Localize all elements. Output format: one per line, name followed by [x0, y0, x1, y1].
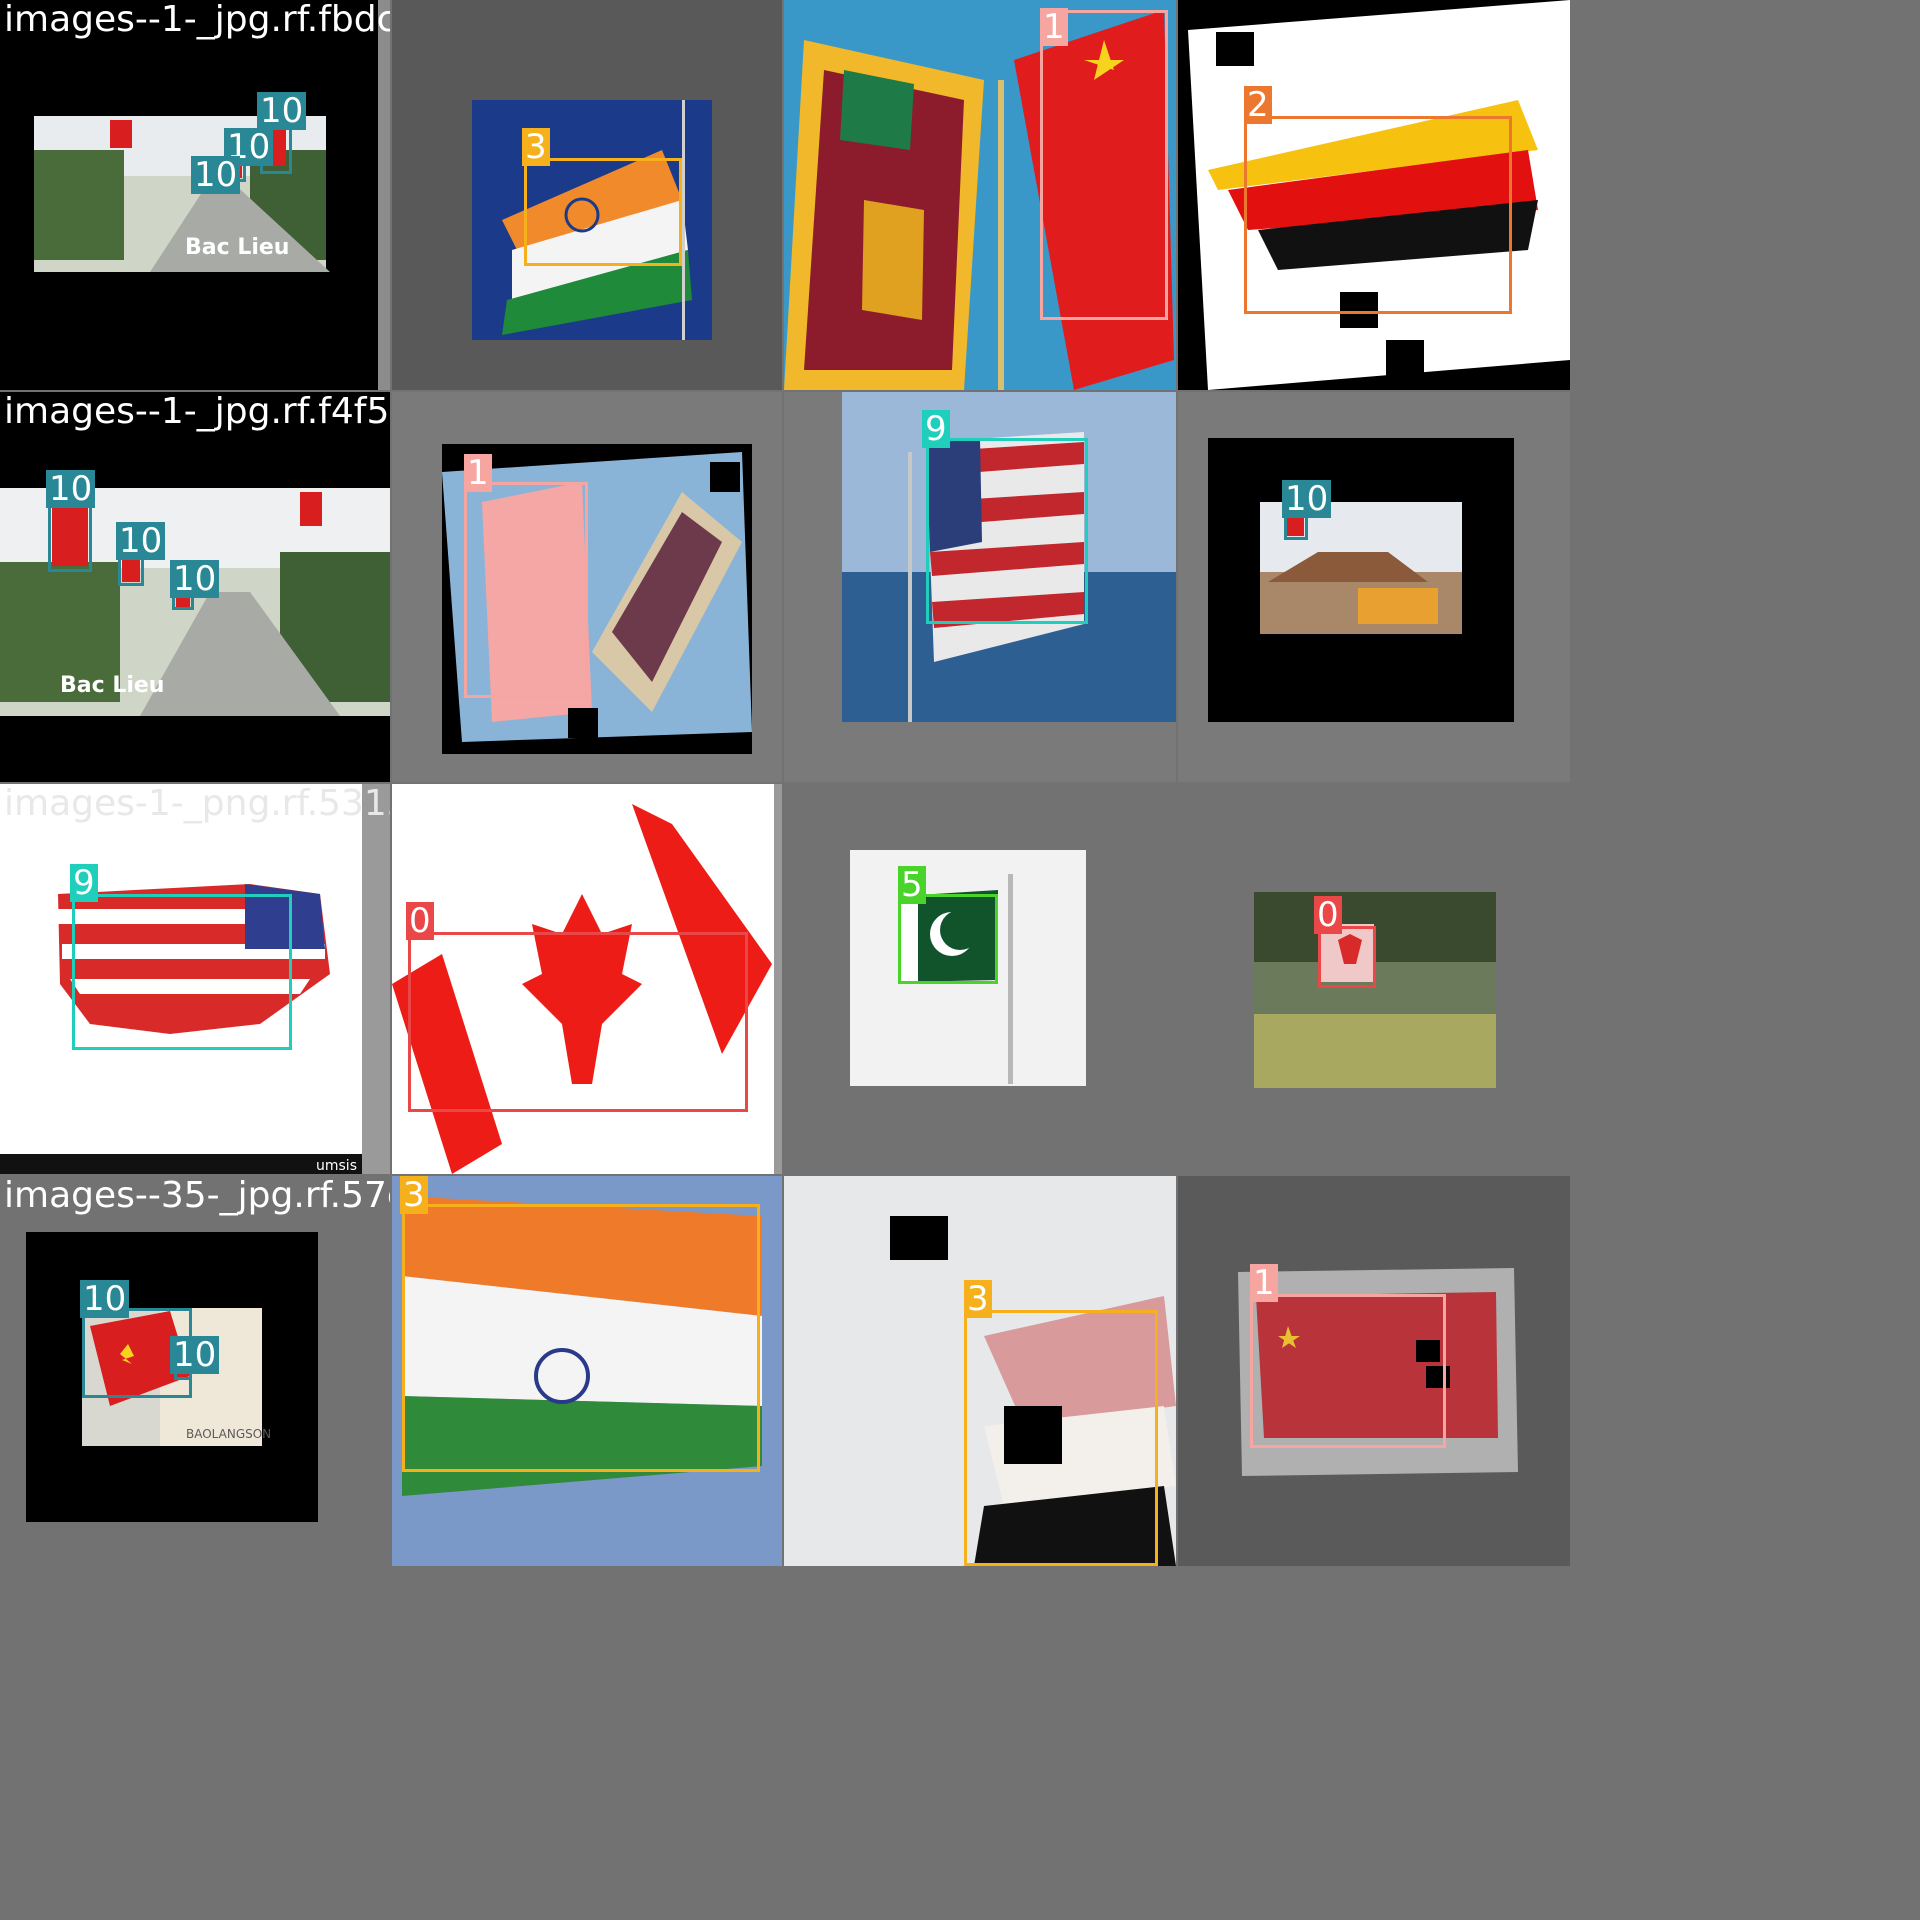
tile-11: 5 — [784, 784, 1176, 1174]
tile-9: umsis 9 images-1-_png.rf.531580cdbd — [0, 784, 390, 1174]
bbox — [964, 1310, 1158, 1566]
tile-6: 1 — [392, 392, 782, 782]
class-label: 1 — [1040, 8, 1068, 46]
tile-16: 1 — [1178, 1176, 1570, 1566]
class-label: 0 — [406, 902, 434, 940]
class-label: 9 — [922, 410, 950, 448]
tile-filename: images-1-_png.rf.531580cdbd — [4, 784, 390, 824]
tile-7: 9 — [784, 392, 1176, 782]
bbox — [72, 894, 292, 1050]
class-label: 10 — [116, 522, 166, 560]
street-flags-photo: Bac Lieu — [34, 0, 390, 390]
class-label: 10 — [1282, 480, 1332, 518]
class-label: 1 — [464, 454, 492, 492]
tile-15: 3 — [784, 1176, 1176, 1566]
bbox — [48, 500, 92, 572]
class-label: 9 — [70, 864, 98, 902]
class-label: 3 — [522, 128, 550, 166]
class-label: 10 — [170, 1336, 220, 1374]
tile-5: Bac Lieu 10 10 10 images--1-_jpg.rf.f4f5… — [0, 392, 390, 782]
temple-photo — [1208, 438, 1514, 722]
class-label: 2 — [1244, 86, 1272, 124]
bbox — [898, 894, 998, 984]
tile-14: 3 — [392, 1176, 782, 1566]
bbox — [926, 438, 1088, 624]
tile-10: 0 — [392, 784, 782, 1174]
class-label: 3 — [400, 1176, 428, 1214]
tile-12: 0 — [1178, 784, 1570, 1174]
tile-1: Bac Lieu 10 10 10 images--1-_jpg.rf.fbdc… — [0, 0, 390, 390]
class-label: 3 — [964, 1280, 992, 1318]
class-label: 10 — [170, 560, 220, 598]
bbox — [464, 482, 588, 698]
bbox — [1040, 10, 1168, 320]
tile-filename: images--35-_jpg.rf.57cef032 — [4, 1176, 390, 1216]
tile-filename: images--1-_jpg.rf.f4f59d207f — [4, 392, 390, 432]
tile-2: 3 — [392, 0, 782, 390]
class-label: 10 — [46, 470, 96, 508]
class-label: 10 — [191, 156, 241, 194]
svg-text:Bac Lieu: Bac Lieu — [185, 235, 289, 260]
bbox — [524, 158, 682, 266]
class-label: 1 — [1250, 1264, 1278, 1302]
class-label: 10 — [257, 92, 307, 130]
tile-13: BAOLANGSON 10 10 images--35-_jpg.rf.57ce… — [0, 1176, 390, 1566]
svg-text:umsis: umsis — [316, 1158, 357, 1174]
tile-3: 1 — [784, 0, 1176, 390]
class-label: 10 — [80, 1280, 130, 1318]
class-label: 5 — [898, 866, 926, 904]
svg-text:BAOLANGSON: BAOLANGSON — [186, 1427, 271, 1441]
class-label: 0 — [1314, 896, 1342, 934]
tile-8: 10 — [1178, 392, 1570, 782]
svg-text:Bac Lieu: Bac Lieu — [60, 673, 164, 698]
tile-4: 2 — [1178, 0, 1570, 390]
mosaic-grid: Bac Lieu 10 10 10 images--1-_jpg.rf.fbdc… — [0, 0, 1920, 1920]
bbox — [1318, 926, 1376, 988]
bbox — [408, 932, 748, 1112]
tile-filename: images--1-_jpg.rf.fbdc8f45a2 — [4, 0, 390, 40]
bbox — [1244, 116, 1512, 314]
bbox — [402, 1204, 760, 1472]
bbox — [1250, 1294, 1446, 1448]
